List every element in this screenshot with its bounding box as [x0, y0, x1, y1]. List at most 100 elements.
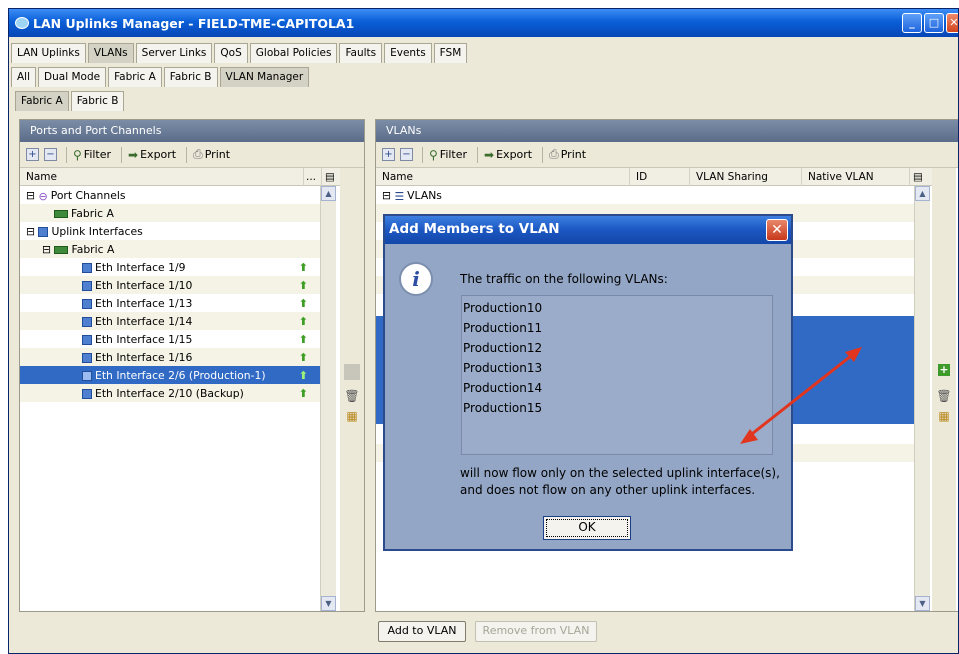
- tab-fabric-b[interactable]: Fabric B: [163, 67, 218, 87]
- expand-toggle-icon[interactable]: ⊟: [42, 243, 51, 256]
- left-scrollbar[interactable]: ▲ ▼: [320, 186, 336, 611]
- tab-fabric-b-inner[interactable]: Fabric B: [70, 91, 125, 111]
- dialog-title: Add Members to VLAN: [385, 216, 791, 244]
- col-more[interactable]: ...: [304, 168, 322, 186]
- tab-qos[interactable]: QoS: [214, 43, 248, 63]
- tree-row[interactable]: Eth Interface 1/9 ⬆: [20, 258, 320, 276]
- export-button[interactable]: Export: [496, 148, 532, 161]
- col-name[interactable]: Name: [20, 168, 304, 186]
- print-button[interactable]: Print: [561, 148, 586, 161]
- tree-row[interactable]: ⊟ Fabric A: [20, 240, 320, 258]
- ports-tree: ⊟ ⊖ Port Channels Fabric A ⊟ Uplink Inter…: [20, 186, 320, 611]
- right-side-actions: + 🗑 ▦: [932, 168, 956, 611]
- left-toolbar: + − ⚲ Filter ➡ Export ⎙ Print: [20, 142, 364, 168]
- status-up-icon: ⬆: [298, 297, 308, 310]
- tree-row-selected[interactable]: Eth Interface 2/6 (Production-1) ⬆: [20, 366, 320, 384]
- col-name[interactable]: Name: [376, 168, 630, 186]
- sub-tabs: All Dual Mode Fabric A Fabric B VLAN Man…: [11, 67, 311, 87]
- scroll-up-icon[interactable]: ▲: [915, 186, 930, 201]
- tree-row[interactable]: Fabric A: [20, 204, 320, 222]
- list-item: Production10: [463, 301, 543, 315]
- expand-toggle-icon[interactable]: ⊟: [382, 189, 391, 202]
- maximize-button[interactable]: □: [924, 13, 944, 33]
- status-up-icon: ⬆: [298, 279, 308, 292]
- col-native-vlan[interactable]: Native VLAN: [802, 168, 910, 186]
- left-side-actions: 🗑 ▦: [340, 168, 364, 611]
- print-button[interactable]: Print: [205, 148, 230, 161]
- tree-row[interactable]: Eth Interface 1/10 ⬆: [20, 276, 320, 294]
- tab-dual-mode[interactable]: Dual Mode: [38, 67, 107, 87]
- tab-events[interactable]: Events: [384, 43, 432, 63]
- export-icon[interactable]: ➡: [484, 148, 494, 162]
- tab-fabric-a[interactable]: Fabric A: [108, 67, 162, 87]
- list-item: Production15: [463, 401, 543, 415]
- tab-global-policies[interactable]: Global Policies: [249, 43, 338, 63]
- interface-icon: [82, 317, 92, 327]
- tree-row[interactable]: ⊟ Uplink Interfaces: [20, 222, 320, 240]
- tab-fabric-a-inner[interactable]: Fabric A: [15, 91, 69, 111]
- column-chooser-icon[interactable]: ▤: [322, 168, 342, 186]
- delete-icon[interactable]: 🗑: [344, 388, 360, 404]
- tab-lan-uplinks[interactable]: LAN Uplinks: [11, 43, 86, 63]
- tree-row[interactable]: ⊟ ☰ VLANs: [376, 186, 914, 204]
- properties-icon[interactable]: ▦: [936, 408, 952, 424]
- collapse-icon[interactable]: −: [400, 148, 413, 161]
- filter-button[interactable]: Filter: [84, 148, 111, 161]
- dialog-message-bottom: will now flow only on the selected uplin…: [460, 466, 780, 497]
- expand-toggle-icon[interactable]: ⊟: [26, 189, 35, 202]
- print-icon[interactable]: ⎙: [549, 147, 559, 162]
- dialog-close-button[interactable]: ✕: [766, 219, 788, 241]
- add-icon-disabled[interactable]: [344, 364, 360, 380]
- tab-fsm[interactable]: FSM: [433, 43, 468, 63]
- vlan-list: Production10 Production11 Production12 P…: [461, 295, 773, 455]
- col-vlan-sharing[interactable]: VLAN Sharing: [690, 168, 802, 186]
- ports-panel: Ports and Port Channels + − ⚲ Filter ➡ Exp…: [19, 119, 365, 612]
- right-scrollbar[interactable]: ▲ ▼: [914, 186, 930, 611]
- collapse-icon[interactable]: −: [44, 148, 57, 161]
- filter-icon[interactable]: ⚲: [73, 148, 82, 162]
- tab-server-links[interactable]: Server Links: [135, 43, 213, 63]
- remove-from-vlan-button[interactable]: Remove from VLAN: [475, 621, 597, 642]
- add-icon[interactable]: +: [938, 364, 950, 376]
- expand-toggle-icon[interactable]: ⊟: [26, 225, 35, 238]
- minimize-button[interactable]: _: [902, 13, 922, 33]
- col-id[interactable]: ID: [630, 168, 690, 186]
- print-icon[interactable]: ⎙: [193, 147, 203, 162]
- add-to-vlan-button[interactable]: Add to VLAN: [378, 621, 466, 642]
- scroll-down-icon[interactable]: ▼: [915, 596, 930, 611]
- tab-faults[interactable]: Faults: [339, 43, 383, 63]
- fabric-tabs: Fabric A Fabric B: [15, 91, 126, 111]
- column-chooser-icon[interactable]: ▤: [910, 168, 930, 186]
- tab-vlan-manager[interactable]: VLAN Manager: [219, 67, 310, 87]
- status-up-icon: ⬆: [298, 333, 308, 346]
- properties-icon[interactable]: ▦: [344, 408, 360, 424]
- delete-icon[interactable]: 🗑: [936, 388, 952, 404]
- scroll-up-icon[interactable]: ▲: [321, 186, 336, 201]
- tree-row[interactable]: Eth Interface 1/15 ⬆: [20, 330, 320, 348]
- filter-icon[interactable]: ⚲: [429, 148, 438, 162]
- expand-icon[interactable]: +: [26, 148, 39, 161]
- tree-row[interactable]: Eth Interface 1/13 ⬆: [20, 294, 320, 312]
- tree-row[interactable]: Eth Interface 1/16 ⬆: [20, 348, 320, 366]
- tab-vlans[interactable]: VLANs: [87, 43, 134, 63]
- scroll-down-icon[interactable]: ▼: [321, 596, 336, 611]
- ok-button[interactable]: OK: [543, 516, 631, 540]
- tree-row[interactable]: Eth Interface 2/10 (Backup) ⬆: [20, 384, 320, 402]
- tab-all[interactable]: All: [11, 67, 37, 87]
- filter-button[interactable]: Filter: [440, 148, 467, 161]
- tree-row[interactable]: Eth Interface 1/14 ⬆: [20, 312, 320, 330]
- export-button[interactable]: Export: [140, 148, 176, 161]
- fabric-icon: [54, 210, 68, 218]
- add-members-dialog: Add Members to VLAN ✕ i The traffic on t…: [383, 214, 793, 551]
- expand-icon[interactable]: +: [382, 148, 395, 161]
- export-icon[interactable]: ➡: [128, 148, 138, 162]
- dialog-message-top: The traffic on the following VLANs:: [460, 272, 668, 286]
- tree-row[interactable]: ⊟ ⊖ Port Channels: [20, 186, 320, 204]
- list-item: Production14: [463, 381, 543, 395]
- interface-icon: [82, 353, 92, 363]
- interface-icon: [82, 335, 92, 345]
- status-up-icon: ⬆: [298, 315, 308, 328]
- interface-icon: [82, 263, 92, 273]
- app-icon: [15, 17, 29, 29]
- close-window-button[interactable]: ✕: [946, 13, 958, 33]
